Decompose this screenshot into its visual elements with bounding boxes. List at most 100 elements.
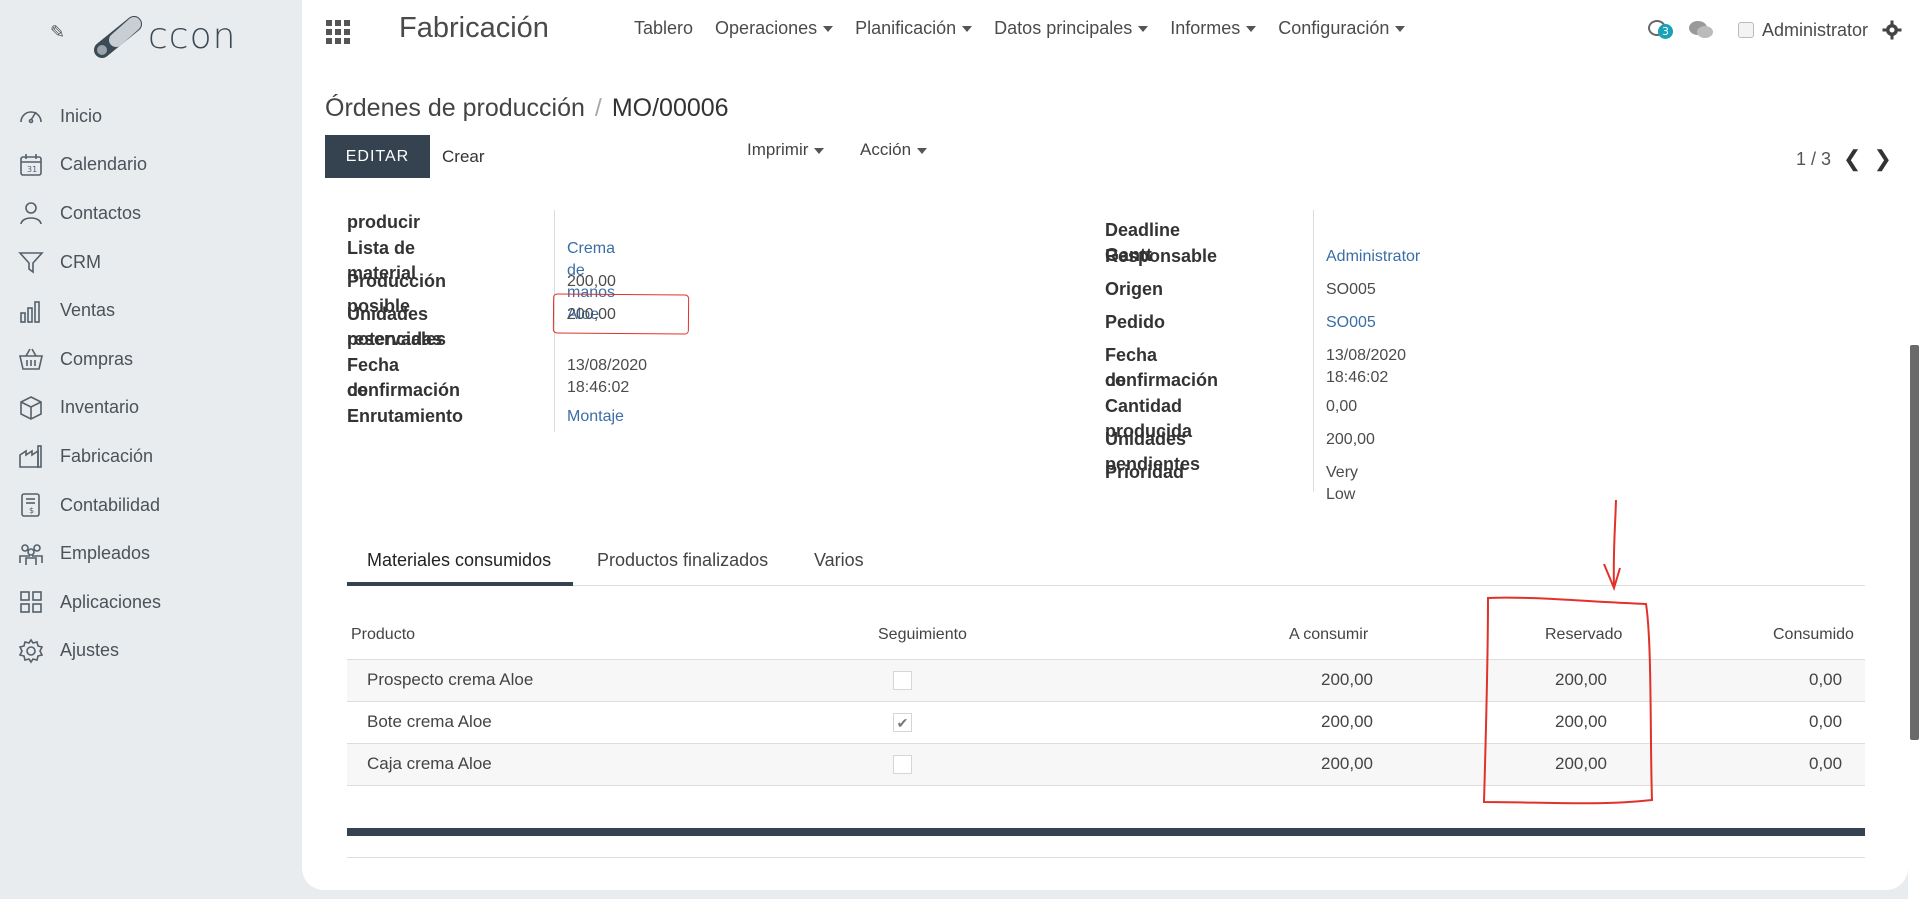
field-label-reserved-2: reservadas — [347, 329, 443, 349]
table-footer-bar — [347, 828, 1865, 836]
print-label: Imprimir — [747, 140, 809, 159]
avatar[interactable] — [1738, 22, 1754, 38]
cell-product: Bote crema Aloe — [367, 712, 492, 731]
tab-varios[interactable]: Varios — [814, 550, 864, 571]
field-label-confirm-2: confirmación — [347, 380, 461, 400]
sidebar-item-ajustes[interactable]: Ajustes — [0, 627, 302, 676]
svg-text:$: $ — [29, 506, 34, 515]
user-icon — [20, 202, 42, 225]
sidebar-item-empleados[interactable]: Empleados — [0, 529, 302, 578]
menu-datos-principales[interactable]: Datos principales — [994, 18, 1149, 39]
menu-planificacion[interactable]: Planificación — [855, 18, 973, 39]
systray: 3 Administrator — [1648, 18, 1902, 42]
sidebar-item-label: Compras — [60, 348, 134, 369]
annotation-arrow-box — [1482, 499, 1654, 805]
col-header-tracking[interactable]: Seguimiento — [878, 626, 967, 644]
origin-value: SO005 — [1326, 281, 1376, 298]
scrollbar-thumb[interactable] — [1910, 345, 1919, 740]
sidebar-item-label: Ajustes — [60, 640, 120, 661]
menu-label: Tablero — [634, 18, 694, 38]
tab-productos-finalizados[interactable]: Productos finalizados — [597, 550, 768, 571]
sidebar-item-calendario[interactable]: 31 Calendario — [0, 141, 302, 190]
logo-text: ccon — [148, 16, 237, 57]
confirm-date-value: 13/08/2020 18:46:02 — [567, 357, 648, 396]
top-navbar: Fabricación Tablero Operaciones Planific… — [302, 0, 1920, 64]
sidebar-item-inventario[interactable]: Inventario — [0, 384, 302, 433]
print-dropdown[interactable]: Imprimir — [747, 140, 825, 160]
col-header-product[interactable]: Producto — [351, 626, 415, 644]
field-label-origin: Origen — [1105, 279, 1164, 299]
people-icon — [19, 543, 43, 565]
sidebar-item-aplicaciones[interactable]: Aplicaciones — [0, 578, 302, 627]
divider — [347, 857, 1865, 858]
sidebar-item-compras[interactable]: Compras — [0, 335, 302, 384]
caret-down-icon — [823, 26, 834, 33]
brand: ✎ ccon — [48, 8, 288, 58]
sidebar-item-ventas[interactable]: Ventas — [0, 286, 302, 335]
edit-button[interactable]: EDITAR — [325, 135, 430, 178]
caret-down-icon — [917, 147, 928, 154]
tracking-checkbox — [893, 671, 912, 690]
caret-down-icon — [962, 26, 973, 33]
comments-icon[interactable] — [1688, 19, 1714, 41]
sidebar-item-label: Contactos — [60, 202, 142, 223]
app-switcher-icon[interactable] — [326, 20, 350, 44]
responsible-value[interactable]: Administrator — [1326, 246, 1420, 268]
breadcrumb-parent[interactable]: Órdenes de producción — [325, 94, 585, 122]
breadcrumb-separator: / — [594, 94, 602, 122]
menu-informes[interactable]: Informes — [1170, 18, 1257, 39]
cell-product: Prospecto crema Aloe — [367, 670, 534, 689]
cell-consumed: 0,00 — [1809, 670, 1843, 689]
sidebar-item-label: Empleados — [60, 543, 151, 564]
caret-down-icon — [1138, 26, 1149, 33]
pager-value[interactable]: 1 / 3 — [1796, 149, 1831, 170]
settings-gear-icon[interactable] — [1882, 20, 1902, 40]
caret-down-icon — [1395, 26, 1406, 33]
col-header-consumed[interactable]: Consumido — [1773, 626, 1854, 644]
app-title: Fabricación — [399, 12, 549, 44]
order-value[interactable]: SO005 — [1326, 312, 1376, 334]
action-dropdown[interactable]: Acción — [860, 140, 928, 160]
main-menu: Tablero Operaciones Planificación Datos … — [634, 18, 1427, 39]
routing-value[interactable]: Montaje — [567, 406, 624, 428]
action-label: Acción — [860, 140, 912, 159]
cell-product: Caja crema Aloe — [367, 754, 492, 773]
edit-icon[interactable]: ✎ — [50, 22, 65, 43]
menu-tablero[interactable]: Tablero — [634, 18, 693, 39]
menu-configuracion[interactable]: Configuración — [1278, 18, 1406, 39]
chevron-right-icon[interactable]: ❯ — [1873, 146, 1891, 172]
vertical-scrollbar[interactable] — [1908, 0, 1920, 899]
sidebar-item-contactos[interactable]: Contactos — [0, 189, 302, 238]
user-menu[interactable]: Administrator — [1762, 20, 1868, 41]
menu-label: Planificación — [855, 18, 957, 38]
menu-label: Configuración — [1278, 18, 1390, 38]
sidebar-item-inicio[interactable]: Inicio — [0, 92, 302, 141]
possible-value: 200,00 — [567, 273, 616, 290]
menu-operaciones[interactable]: Operaciones — [715, 18, 834, 39]
produced-value: 0,00 — [1326, 398, 1358, 415]
breadcrumb: Órdenes de producción / MO/00006 — [325, 94, 729, 123]
field-label-order: Pedido — [1105, 312, 1166, 332]
sidebar-item-contabilidad[interactable]: $ Contabilidad — [0, 481, 302, 530]
activity-badge: 3 — [1658, 24, 1673, 39]
chevron-left-icon[interactable]: ❮ — [1843, 146, 1861, 172]
tab-materiales-consumidos[interactable]: Materiales consumidos — [367, 550, 551, 571]
basket-icon — [18, 348, 44, 371]
activity-icon[interactable]: 3 — [1648, 18, 1674, 42]
field-label-responsible: Responsable — [1105, 246, 1218, 266]
side-menu: Inicio 31 Calendario Contactos CRM Venta… — [0, 92, 302, 675]
pager: 1 / 3 ❮ ❯ — [1796, 146, 1892, 172]
sidebar: ✎ ccon Inicio 31 Calendario Contactos CR… — [0, 0, 302, 899]
tracking-checkbox-checked: ✔ — [893, 713, 912, 732]
calendar-icon: 31 — [20, 153, 42, 176]
sidebar-item-fabricacion[interactable]: Fabricación — [0, 432, 302, 481]
create-button[interactable]: Crear — [442, 147, 485, 167]
col-header-to-consume[interactable]: A consumir — [1289, 626, 1368, 644]
caret-down-icon — [814, 147, 825, 154]
cell-consumed: 0,00 — [1809, 712, 1843, 731]
priority-value: Very Low — [1326, 464, 1359, 503]
active-tab-indicator — [347, 582, 573, 586]
sidebar-item-label: Calendario — [60, 154, 148, 175]
tracking-checkbox — [893, 755, 912, 774]
sidebar-item-crm[interactable]: CRM — [0, 238, 302, 287]
